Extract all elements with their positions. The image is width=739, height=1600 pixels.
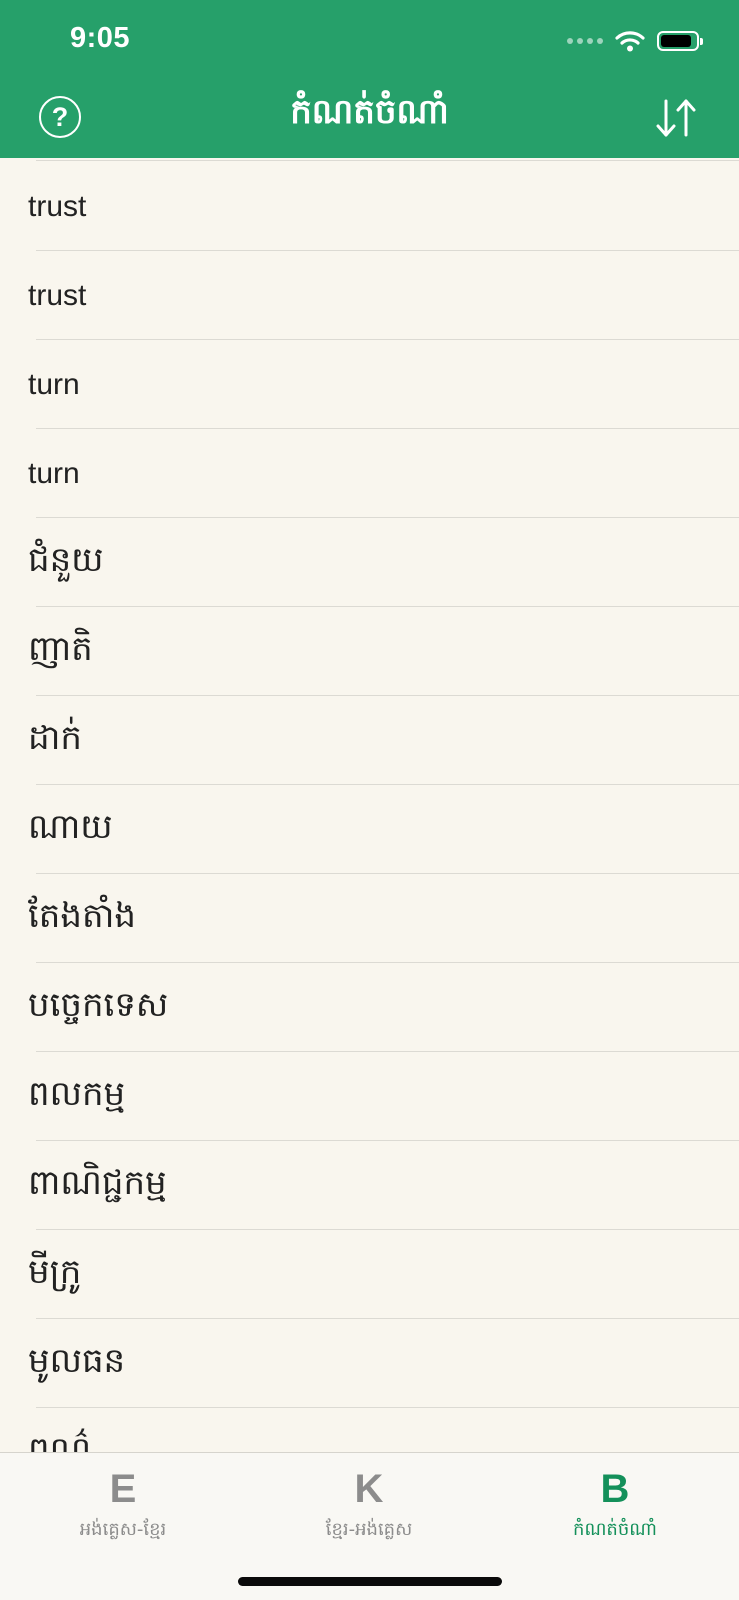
tab-bookmarks[interactable]: B កំណត់ចំណាំ <box>492 1467 738 1544</box>
battery-icon <box>657 31 703 51</box>
tab-khmer-english[interactable]: K ខ្មែរ-អង់គ្លេស <box>246 1467 492 1544</box>
list-item[interactable]: ពលកម្ម <box>0 1052 739 1141</box>
wifi-icon <box>615 31 645 52</box>
list-item[interactable]: បច្ចេកទេស <box>0 963 739 1052</box>
notes-list[interactable]: trust trust turn turn ជំនួយ ញាតិ ដាក់ ណា… <box>0 158 739 1452</box>
list-item[interactable]: មីក្រូ <box>0 1230 739 1319</box>
list-item[interactable]: ជំនួយ <box>0 518 739 607</box>
list-item[interactable]: ញាតិ <box>0 607 739 696</box>
list-item[interactable]: ណាយ <box>0 785 739 874</box>
tab-english-khmer[interactable]: E អង់គ្លេស-ខ្មែរ <box>0 1467 246 1544</box>
list-item[interactable]: turn <box>0 340 739 429</box>
list-item[interactable]: តែងតាំង <box>0 874 739 963</box>
status-icons <box>567 26 703 56</box>
tab-label: កំណត់ចំណាំ <box>573 1519 657 1540</box>
cellular-signal-icon <box>567 38 603 44</box>
status-time: 9:05 <box>70 22 131 54</box>
tab-label: អង់គ្លេស-ខ្មែរ <box>79 1519 167 1540</box>
bookmarks-icon: B <box>600 1467 630 1511</box>
list-item[interactable]: trust <box>0 251 739 340</box>
tab-label: ខ្មែរ-អង់គ្លេស <box>325 1519 413 1540</box>
list-item[interactable]: មូលធន <box>0 1319 739 1408</box>
list-item[interactable]: trust <box>0 162 739 251</box>
home-indicator <box>238 1577 502 1586</box>
list-item[interactable]: ពណ៌ <box>0 1408 739 1453</box>
khmer-english-icon: K <box>354 1467 384 1511</box>
app-header: 9:05 ? កំណត់ចំណាំ <box>0 0 739 158</box>
list-item[interactable]: turn <box>0 429 739 518</box>
sort-icon[interactable] <box>653 95 699 141</box>
list-item[interactable]: ពាណិជ្ជកម្ម <box>0 1141 739 1230</box>
list-item[interactable]: ដាក់ <box>0 696 739 785</box>
page-title: កំណត់ចំណាំ <box>290 92 449 132</box>
english-khmer-icon: E <box>109 1467 137 1511</box>
